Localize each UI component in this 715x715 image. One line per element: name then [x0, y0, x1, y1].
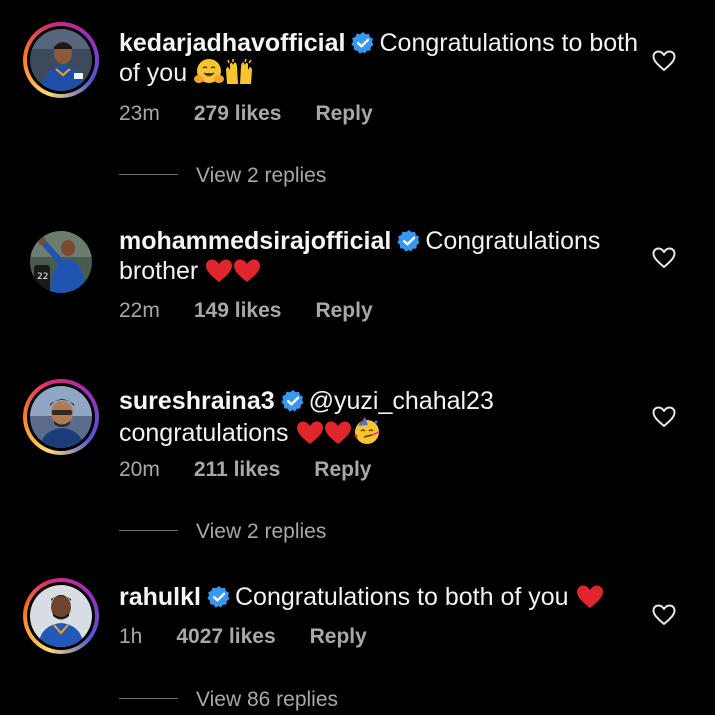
view-replies-label: View 2 replies — [196, 520, 327, 543]
red-heart-emoji — [296, 421, 323, 444]
story-ring[interactable] — [23, 379, 99, 455]
view-replies-button[interactable]: View 2 replies — [119, 520, 326, 544]
comment-meta: 1h 4027 likes Reply — [119, 625, 367, 649]
likes-count[interactable]: 211 likes — [194, 458, 280, 482]
verified-badge-icon — [351, 32, 374, 54]
reply-button[interactable]: Reply — [315, 102, 372, 126]
hugging-face-emoji — [194, 59, 225, 83]
story-ring[interactable] — [23, 22, 99, 98]
comment-time: 1h — [119, 625, 143, 648]
view-replies-label: View 2 replies — [196, 164, 327, 187]
verified-badge-icon — [207, 586, 230, 608]
comment-time: 20m — [119, 458, 160, 481]
red-heart-emoji — [324, 421, 351, 444]
avatar[interactable] — [30, 386, 92, 448]
username[interactable]: mohammedsirajofficial — [119, 227, 391, 255]
reply-button[interactable]: Reply — [315, 299, 372, 323]
comment-body: Congratulations to both of you — [234, 583, 569, 611]
username[interactable]: rahulkl — [119, 583, 201, 611]
comment-text: kedarjadhavofficial Congratulations to bo… — [119, 28, 639, 88]
comment-meta: 22m 149 likes Reply — [119, 299, 373, 323]
comment-text: mohammedsirajofficial Congratulations bro… — [119, 226, 639, 286]
divider-line — [119, 698, 178, 699]
view-replies-label: View 86 replies — [196, 688, 339, 711]
comment-text: sureshraina3 @yuzi_chahal23 congratulatio… — [119, 386, 639, 448]
likes-count[interactable]: 279 likes — [194, 102, 282, 126]
view-replies-button[interactable]: View 86 replies — [119, 688, 338, 712]
avatar[interactable] — [30, 585, 92, 647]
partying-face-emoji — [354, 417, 379, 444]
username[interactable]: kedarjadhavofficial — [119, 29, 345, 57]
like-heart-icon[interactable] — [652, 247, 676, 269]
red-heart-emoji — [576, 585, 603, 608]
likes-count[interactable]: 4027 likes — [176, 625, 275, 649]
like-heart-icon[interactable] — [652, 604, 676, 626]
view-replies-button[interactable]: View 2 replies — [119, 164, 326, 188]
divider-line — [119, 530, 178, 531]
red-heart-emoji — [234, 259, 261, 282]
like-heart-icon[interactable] — [652, 406, 676, 428]
verified-badge-icon — [397, 230, 420, 252]
comment-time: 22m — [119, 299, 160, 322]
svg-text:22: 22 — [37, 272, 48, 282]
verified-badge-icon — [280, 390, 304, 412]
comment-meta: 20m 211 likes Reply — [119, 458, 371, 482]
like-heart-icon[interactable] — [652, 50, 676, 72]
raising-hands-emoji — [226, 58, 253, 84]
username[interactable]: sureshraina3 — [119, 387, 275, 415]
avatar-frame[interactable]: 22 — [23, 224, 99, 300]
comment-meta: 23m 279 likes Reply — [119, 102, 373, 126]
story-ring[interactable] — [23, 578, 99, 654]
avatar[interactable]: 22 — [30, 231, 92, 293]
comment-text: rahulkl Congratulations to both of you — [119, 582, 639, 612]
divider-line — [119, 174, 178, 175]
comment-time: 23m — [119, 102, 160, 125]
red-heart-emoji — [206, 259, 233, 282]
reply-button[interactable]: Reply — [314, 458, 371, 482]
reply-button[interactable]: Reply — [310, 625, 367, 649]
avatar[interactable] — [30, 29, 92, 91]
likes-count[interactable]: 149 likes — [194, 299, 282, 323]
